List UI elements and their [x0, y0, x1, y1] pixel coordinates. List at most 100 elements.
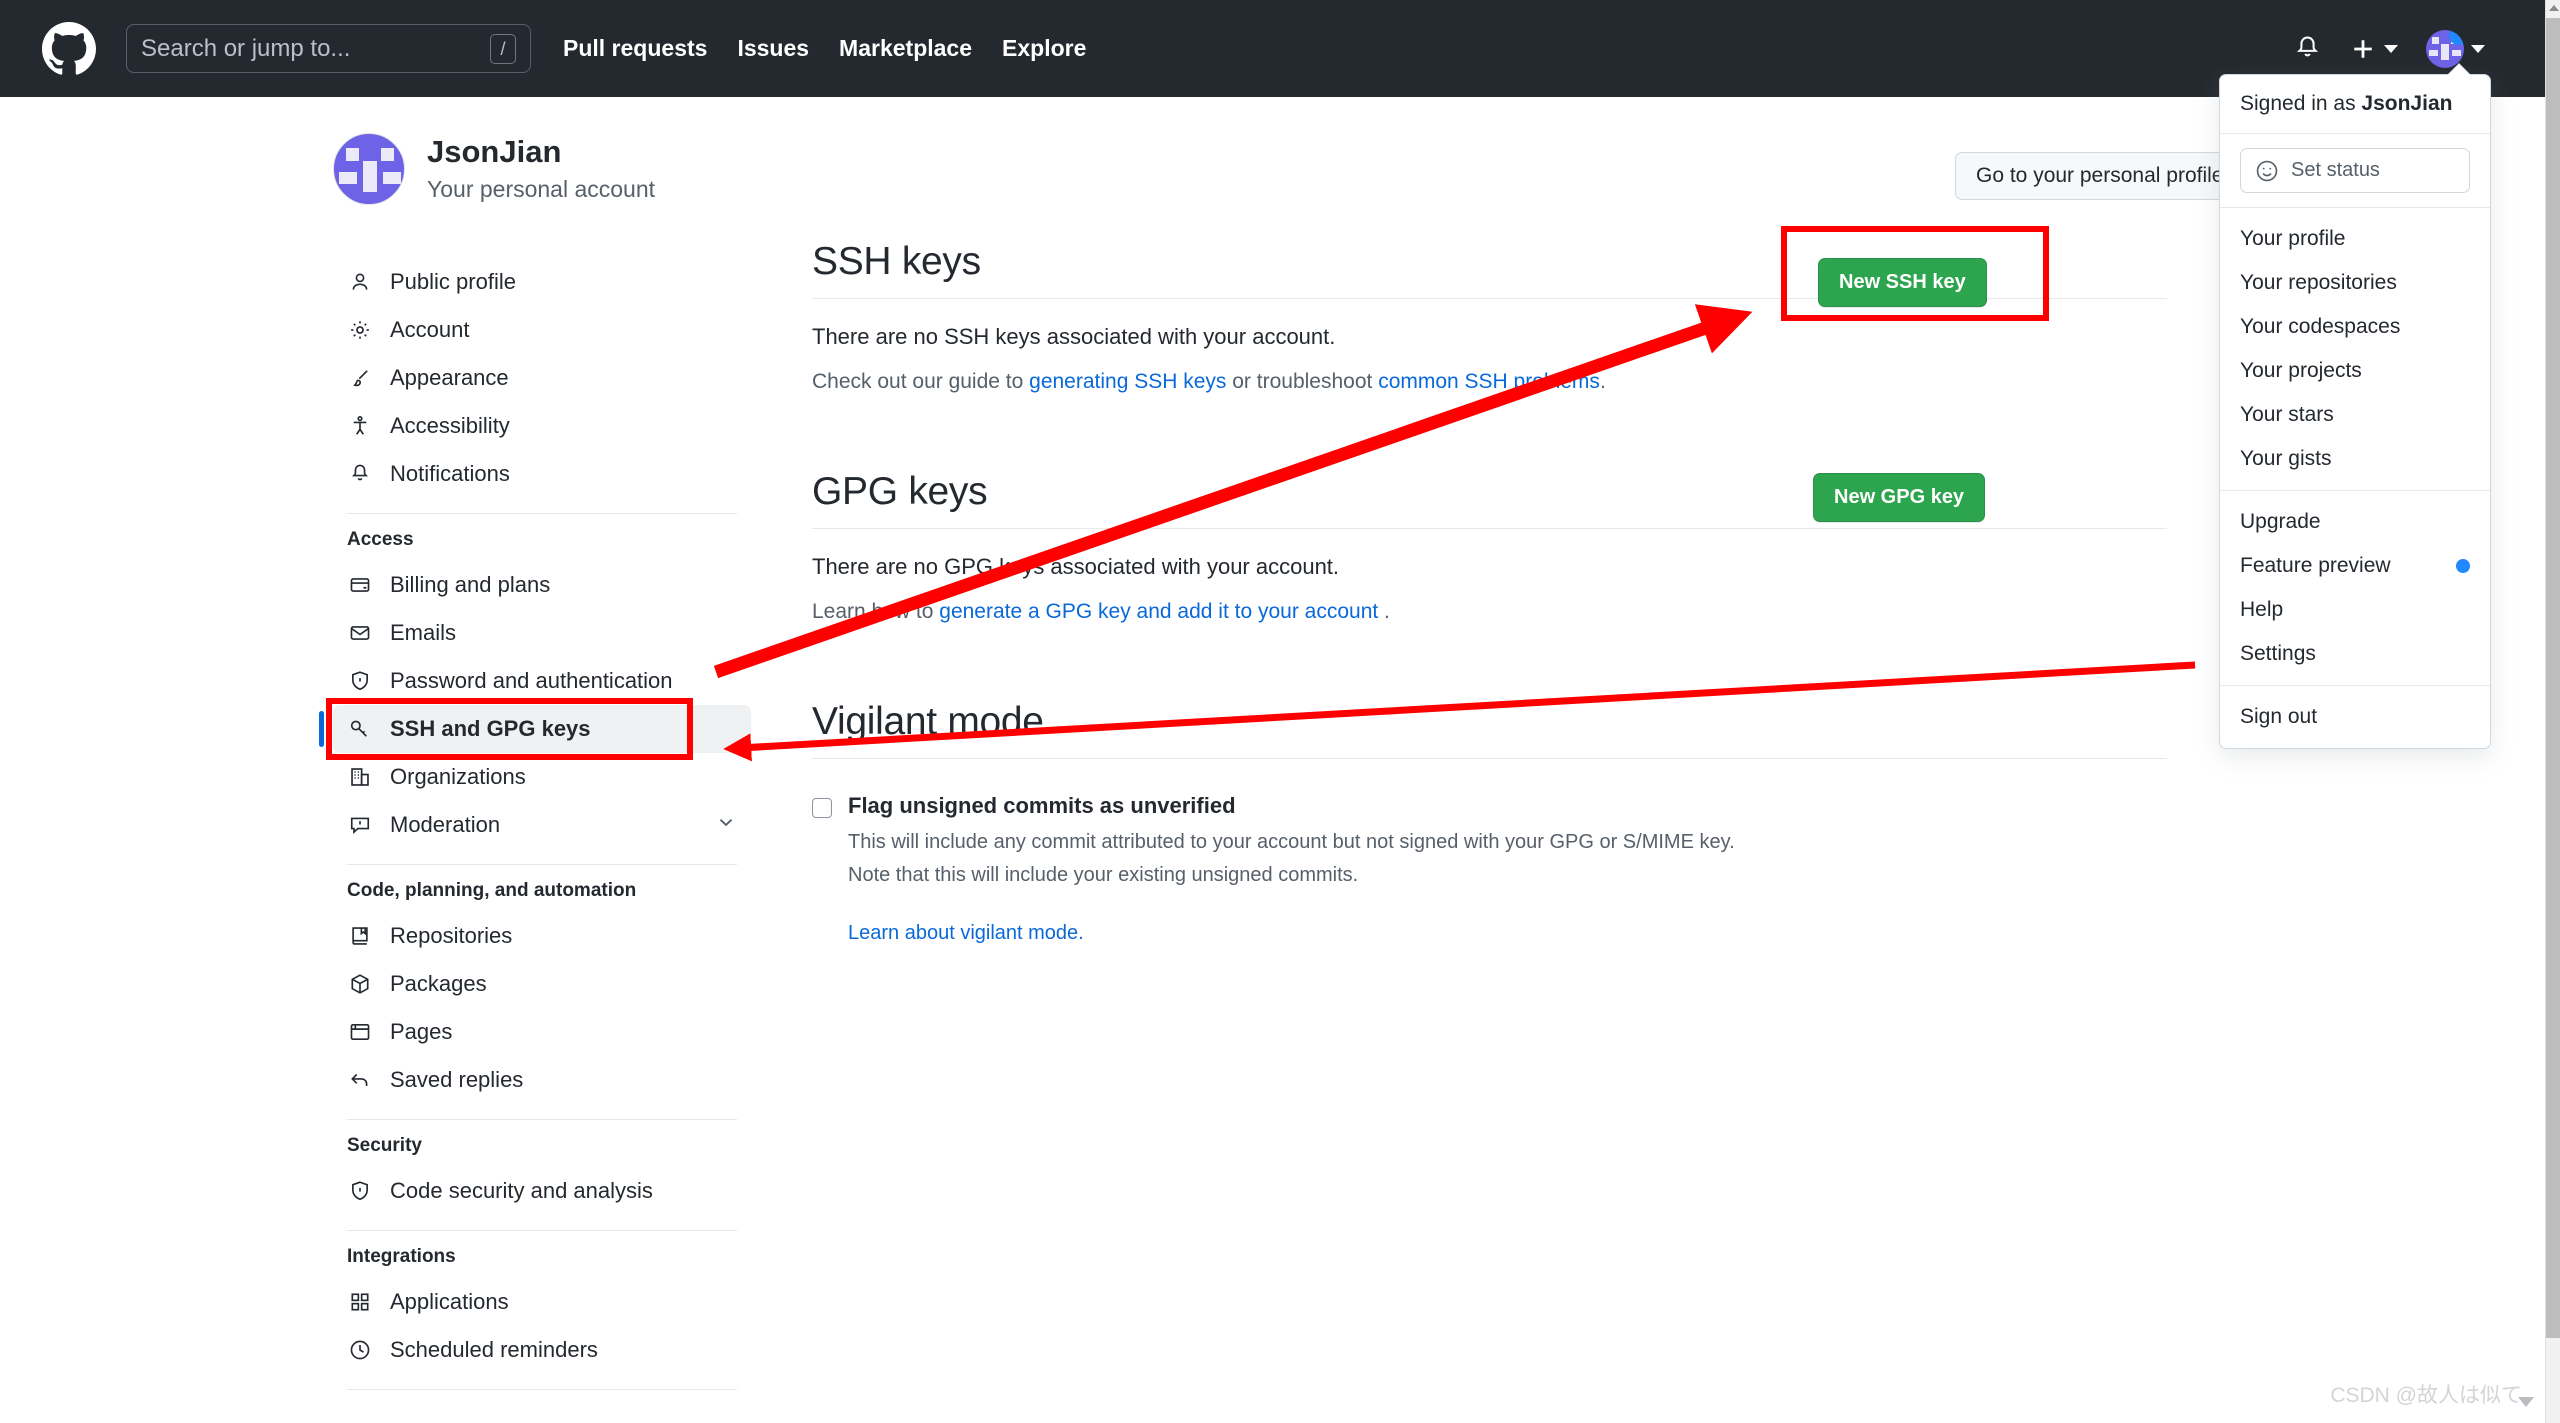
generating-ssh-keys-link[interactable]: generating SSH keys	[1029, 370, 1226, 393]
dropdown-item-your-codespaces[interactable]: Your codespaces	[2220, 305, 2490, 349]
dropdown-item-help[interactable]: Help	[2220, 588, 2490, 632]
vigilant-desc-line-2: Note that this will include your existin…	[848, 864, 1359, 886]
vigilant-mode-heading: Vigilant mode	[812, 700, 1044, 743]
key-icon	[347, 716, 373, 742]
dropdown-item-settings[interactable]: Settings	[2220, 632, 2490, 676]
set-status-row: Set status	[2220, 134, 2490, 207]
settings-sidebar: Public profile Account Appearance Access…	[319, 258, 751, 1405]
sidebar-item-label: Public profile	[390, 269, 516, 294]
sidebar-item-label: Notifications	[390, 461, 510, 486]
sidebar-item-label: Code security and analysis	[390, 1178, 653, 1203]
user-menu-button[interactable]	[2426, 29, 2485, 68]
credit-card-icon	[347, 572, 373, 598]
bell-icon	[347, 461, 373, 487]
sidebar-item-label: Billing and plans	[390, 572, 551, 597]
dropdown-caret	[2448, 64, 2470, 75]
gpg-guide-suffix: .	[1378, 600, 1390, 623]
apps-icon	[347, 1289, 373, 1315]
section-divider	[812, 528, 2167, 529]
sidebar-item-appearance[interactable]: Appearance	[333, 354, 751, 402]
sidebar-item-scheduled-reminders[interactable]: Scheduled reminders	[333, 1326, 751, 1374]
dropdown-item-feature-preview[interactable]: Feature preview	[2220, 544, 2490, 588]
repo-icon	[347, 923, 373, 949]
nav-item-pull-requests[interactable]: Pull requests	[563, 35, 707, 62]
dropdown-item-your-repositories[interactable]: Your repositories	[2220, 261, 2490, 305]
page-scrollbar[interactable]	[2545, 0, 2560, 1423]
nav-item-issues[interactable]: Issues	[737, 35, 809, 62]
dropdown-item-your-stars[interactable]: Your stars	[2220, 393, 2490, 437]
gpg-keys-empty-text: There are no GPG keys associated with yo…	[812, 554, 1340, 579]
bell-icon[interactable]	[2294, 35, 2321, 62]
shield-lock-icon	[347, 668, 373, 694]
github-settings-page: Search or jump to... / Pull requests Iss…	[0, 0, 2560, 1423]
flag-unsigned-commits-checkbox[interactable]	[812, 798, 832, 818]
shield-check-icon	[347, 1178, 373, 1204]
vigilant-desc-line-1: This will include any commit attributed …	[848, 831, 1735, 853]
sidebar-item-moderation[interactable]: Moderation	[333, 801, 751, 849]
sidebar-item-emails[interactable]: Emails	[333, 609, 751, 657]
learn-about-vigilant-mode-link[interactable]: Learn about vigilant mode.	[848, 922, 1084, 944]
generate-gpg-key-link[interactable]: generate a GPG key and add it to your ac…	[939, 600, 1378, 623]
accessibility-icon	[347, 413, 373, 439]
site-header: Search or jump to... / Pull requests Iss…	[0, 0, 2545, 97]
github-logo-icon[interactable]	[42, 21, 96, 76]
scrollbar-thumb[interactable]	[2546, 18, 2560, 1338]
gpg-keys-guide-text: Learn how to generate a GPG key and add …	[812, 600, 2167, 624]
sidebar-item-applications[interactable]: Applications	[333, 1278, 751, 1326]
signed-in-as-row: Signed in as JsonJian	[2220, 75, 2490, 133]
sidebar-item-public-profile[interactable]: Public profile	[333, 258, 751, 306]
nav-item-marketplace[interactable]: Marketplace	[839, 35, 972, 62]
sidebar-item-notifications[interactable]: Notifications	[333, 450, 751, 498]
organization-icon	[347, 764, 373, 790]
sidebar-item-ssh-and-gpg-keys[interactable]: SSH and GPG keys	[319, 705, 751, 753]
new-gpg-key-button[interactable]: New GPG key	[1813, 473, 1986, 522]
nav-item-explore[interactable]: Explore	[1002, 35, 1086, 62]
sidebar-item-packages[interactable]: Packages	[333, 960, 751, 1008]
ssh-guide-suffix: .	[1599, 370, 1606, 393]
account-subtitle: Your personal account	[427, 176, 656, 202]
sidebar-item-accessibility[interactable]: Accessibility	[333, 402, 751, 450]
sidebar-item-password-and-authentication[interactable]: Password and authentication	[333, 657, 751, 705]
create-new-button[interactable]	[2349, 35, 2398, 63]
gpg-guide-prefix: Learn how to	[812, 600, 940, 623]
new-ssh-key-button[interactable]: New SSH key	[1818, 258, 1987, 307]
dropdown-item-your-profile[interactable]: Your profile	[2220, 217, 2490, 261]
sidebar-item-pages[interactable]: Pages	[333, 1008, 751, 1056]
gear-icon	[347, 317, 373, 343]
flag-unsigned-commits-label: Flag unsigned commits as unverified	[848, 793, 1236, 818]
feature-preview-dot-icon	[2456, 559, 2470, 573]
sidebar-divider	[347, 1119, 737, 1120]
dropdown-item-upgrade[interactable]: Upgrade	[2220, 500, 2490, 544]
scrollbar-up-button[interactable]	[2546, 0, 2560, 16]
watermark-text: CSDN @故人は似て	[2330, 1384, 2522, 1407]
sidebar-divider	[347, 864, 737, 865]
sidebar-item-saved-replies[interactable]: Saved replies	[333, 1056, 751, 1104]
report-icon	[347, 812, 373, 838]
vigilant-checkbox-row: Flag unsigned commits as unverified This…	[812, 793, 2167, 945]
dropdown-item-your-projects[interactable]: Your projects	[2220, 349, 2490, 393]
sidebar-item-label: Scheduled reminders	[390, 1337, 598, 1362]
mail-icon	[347, 620, 373, 646]
package-icon	[347, 971, 373, 997]
header-actions	[2294, 29, 2485, 68]
sidebar-item-label: Accessibility	[390, 413, 510, 438]
sidebar-item-code-security-and-analysis[interactable]: Code security and analysis	[333, 1167, 751, 1215]
sidebar-item-account[interactable]: Account	[333, 306, 751, 354]
sidebar-divider	[347, 1389, 737, 1390]
dropdown-item-sign-out[interactable]: Sign out	[2220, 695, 2490, 739]
common-ssh-problems-link[interactable]: common SSH problems	[1378, 370, 1600, 393]
sidebar-item-label: Saved replies	[390, 1067, 524, 1092]
new-gpg-key-button-wrap: New GPG key	[1813, 473, 1986, 522]
search-input[interactable]: Search or jump to... /	[126, 24, 531, 73]
browser-icon	[347, 1019, 373, 1045]
go-to-personal-profile-button[interactable]: Go to your personal profile	[1955, 152, 2245, 200]
profile-avatar[interactable]	[333, 133, 405, 205]
dropdown-group-account: Your profile Your repositories Your code…	[2220, 208, 2490, 490]
sidebar-item-repositories[interactable]: Repositories	[333, 912, 751, 960]
sidebar-item-organizations[interactable]: Organizations	[333, 753, 751, 801]
page-title: JsonJian	[427, 134, 562, 169]
chevron-down-icon[interactable]	[715, 811, 737, 839]
sidebar-item-billing-and-plans[interactable]: Billing and plans	[333, 561, 751, 609]
dropdown-item-your-gists[interactable]: Your gists	[2220, 437, 2490, 481]
set-status-button[interactable]: Set status	[2240, 148, 2470, 193]
